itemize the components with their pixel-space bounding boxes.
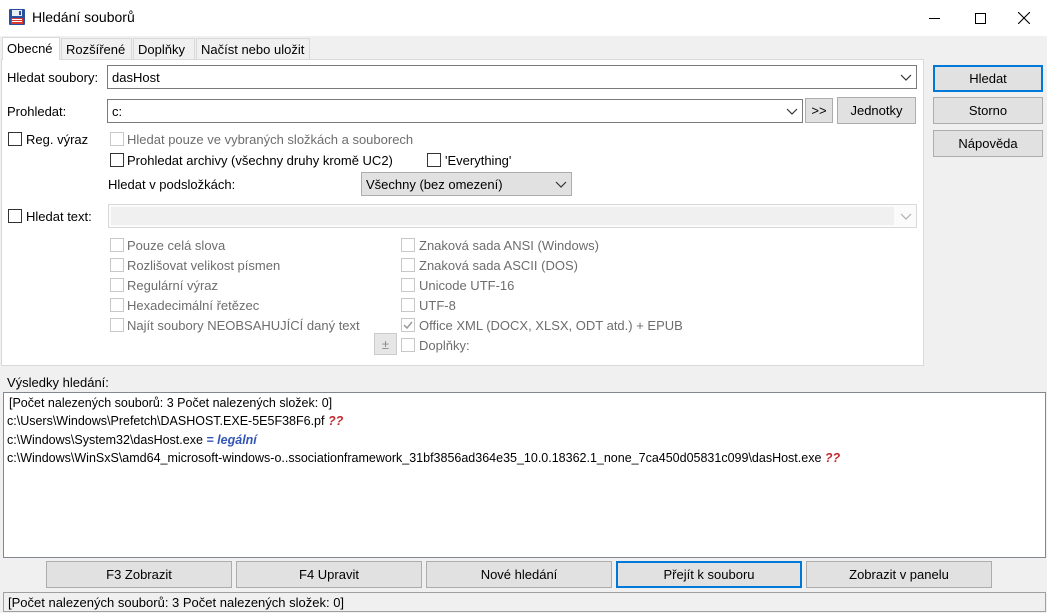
chevron-down-icon[interactable] (786, 105, 798, 117)
search-in-label: Prohledat: (7, 104, 67, 119)
new-search-button[interactable]: Nové hledání (426, 561, 612, 588)
checkmark-icon (403, 321, 413, 330)
hex-string-label: Hexadecimální řetězec (127, 298, 260, 313)
results-list[interactable]: [Počet nalezených souborů: 3 Počet nalez… (3, 392, 1046, 558)
tab-plugins[interactable]: Doplňky (133, 38, 195, 60)
find-text-input-area (111, 207, 894, 225)
results-summary: [Počet nalezených souborů: 3 Počet nalez… (9, 396, 333, 410)
plugins-checkbox[interactable] (401, 338, 415, 352)
office-xml-checkbox[interactable] (401, 318, 415, 332)
tab-general[interactable]: Obecné (2, 37, 60, 60)
floppy-disk-icon (8, 8, 26, 26)
search-in-combo[interactable]: c: (107, 99, 803, 123)
help-button[interactable]: Nápověda (933, 130, 1043, 157)
status-text: [Počet nalezených souborů: 3 Počet nalez… (8, 595, 345, 610)
browse-more-button[interactable]: >> (805, 98, 833, 123)
text-regex-label: Regulární výraz (127, 278, 219, 293)
tab-advanced[interactable]: Rozšířené (61, 38, 132, 60)
results-title: Výsledky hledání: (7, 375, 109, 390)
utf8-checkbox[interactable] (401, 298, 415, 312)
maximize-button[interactable] (957, 0, 1003, 36)
not-containing-label: Najít soubory NEOBSAHUJÍCÍ daný text (127, 318, 360, 333)
utf16-label: Unicode UTF-16 (419, 278, 515, 293)
result-tag: ?? (824, 451, 841, 465)
title-bar (0, 0, 1047, 36)
result-path: c:\Users\Windows\Prefetch\DASHOST.EXE-5E… (7, 414, 325, 428)
tab-label: Rozšířené (66, 42, 126, 57)
view-button[interactable]: F3 Zobrazit (46, 561, 232, 588)
search-in-value: c: (112, 104, 123, 119)
regex-checkbox[interactable] (8, 132, 22, 146)
find-text-checkbox[interactable] (8, 209, 22, 223)
regex-label: Reg. výraz (26, 132, 89, 147)
maximize-icon (974, 12, 986, 24)
minimize-button[interactable] (911, 0, 957, 36)
hex-string-checkbox[interactable] (110, 298, 124, 312)
chevron-down-icon[interactable] (555, 178, 567, 190)
status-bar: [Počet nalezených souborů: 3 Počet nalez… (3, 592, 1046, 612)
plus-minus-button[interactable]: ± (374, 333, 397, 355)
close-icon (1018, 12, 1030, 24)
search-archives-label: Prohledat archivy (všechny druhy kromě U… (127, 153, 393, 168)
cancel-button[interactable]: Storno (933, 97, 1043, 124)
feed-to-panel-button[interactable]: Zobrazit v panelu (806, 561, 992, 588)
only-selected-label: Hledat pouze ve vybraných složkách a sou… (127, 132, 414, 147)
result-tag: = legální (206, 433, 257, 447)
goto-file-button[interactable]: Přejít k souboru (616, 561, 802, 588)
whole-words-label: Pouze celá slova (127, 238, 226, 253)
find-text-combo[interactable] (108, 204, 917, 228)
tab-load-save[interactable]: Načíst nebo uložit (196, 38, 310, 60)
result-tag: ?? (327, 414, 344, 428)
minimize-icon (928, 17, 940, 19)
everything-checkbox[interactable] (427, 153, 441, 167)
search-archives-checkbox[interactable] (110, 153, 124, 167)
case-sensitive-checkbox[interactable] (110, 258, 124, 272)
tab-label: Doplňky (138, 42, 185, 57)
separator (7, 199, 917, 200)
chevron-down-icon[interactable] (900, 210, 912, 222)
result-path: c:\Windows\WinSxS\amd64_microsoft-window… (7, 451, 822, 465)
find-text-label: Hledat text: (26, 209, 92, 224)
drives-button[interactable]: Jednotky (837, 97, 916, 124)
subfolders-value: Všechny (bez omezení) (366, 177, 503, 192)
subfolders-label: Hledat v podsložkách: (108, 177, 236, 192)
tab-label: Načíst nebo uložit (201, 42, 305, 57)
not-containing-checkbox[interactable] (110, 318, 124, 332)
tab-label: Obecné (7, 41, 53, 56)
result-path: c:\Windows\System32\dasHost.exe (7, 433, 203, 447)
text-regex-checkbox[interactable] (110, 278, 124, 292)
result-row[interactable]: c:\Users\Windows\Prefetch\DASHOST.EXE-5E… (7, 414, 343, 428)
close-button[interactable] (1001, 0, 1047, 36)
search-button[interactable]: Hledat (933, 65, 1043, 92)
search-files-label: Hledat soubory: (7, 70, 99, 85)
subfolders-select[interactable]: Všechny (bez omezení) (361, 172, 572, 196)
whole-words-checkbox[interactable] (110, 238, 124, 252)
ascii-label: Znaková sada ASCII (DOS) (419, 258, 578, 273)
chevron-down-icon[interactable] (900, 71, 912, 83)
result-row[interactable]: c:\Windows\System32\dasHost.exe = legáln… (7, 433, 257, 447)
ansi-label: Znaková sada ANSI (Windows) (419, 238, 599, 253)
ansi-checkbox[interactable] (401, 238, 415, 252)
everything-label: 'Everything' (445, 153, 512, 168)
office-xml-label: Office XML (DOCX, XLSX, ODT atd.) + EPUB (419, 318, 683, 333)
only-selected-checkbox[interactable] (110, 132, 124, 146)
case-sensitive-label: Rozlišovat velikost písmen (127, 258, 281, 273)
window-title: Hledání souborů (32, 9, 135, 25)
search-files-value: dasHost (112, 70, 160, 85)
result-row[interactable]: c:\Windows\WinSxS\amd64_microsoft-window… (7, 451, 840, 465)
utf16-checkbox[interactable] (401, 278, 415, 292)
plugins-label: Doplňky: (419, 338, 470, 353)
utf8-label: UTF-8 (419, 298, 456, 313)
ascii-checkbox[interactable] (401, 258, 415, 272)
search-files-combo[interactable]: dasHost (107, 65, 917, 89)
edit-button[interactable]: F4 Upravit (236, 561, 422, 588)
